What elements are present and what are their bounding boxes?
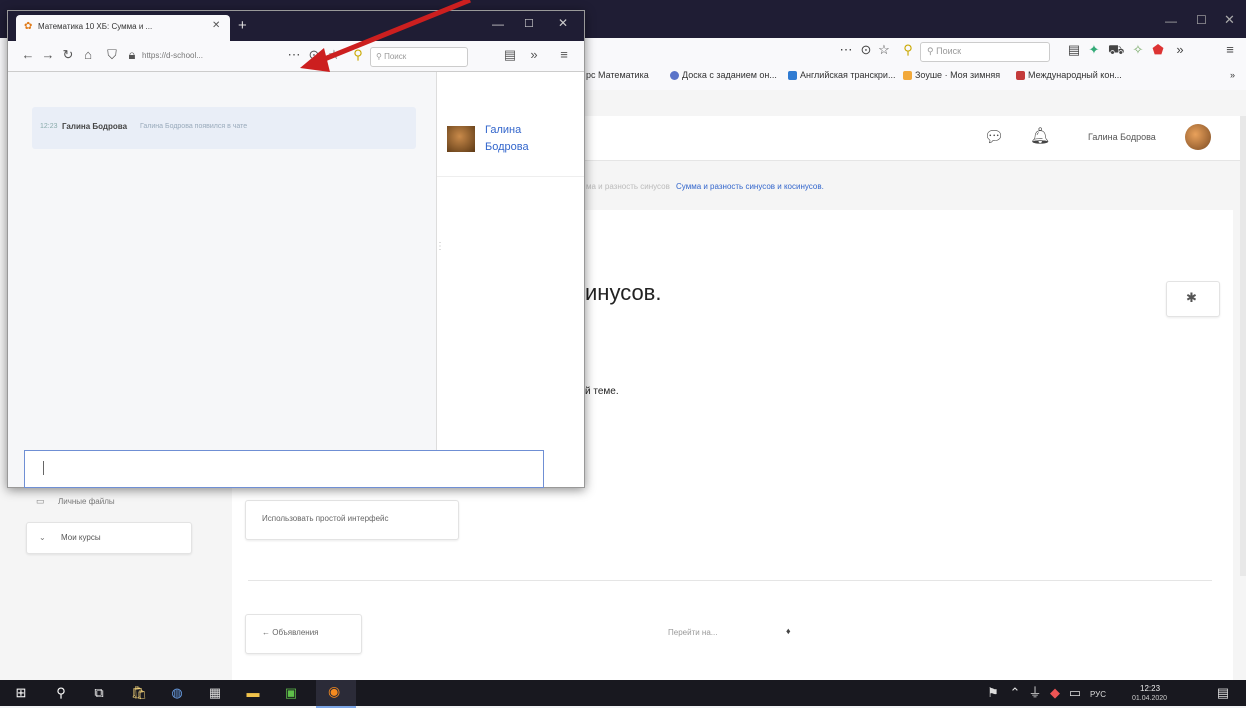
network-icon[interactable]: ⏚	[1026, 684, 1044, 702]
arrow-head	[300, 48, 330, 72]
windows-start-icon[interactable]: ⊞	[12, 684, 30, 702]
firefox-taskbar-item[interactable]: ◉	[316, 680, 356, 708]
keyboard-icon[interactable]: ▭	[1066, 684, 1084, 702]
file-explorer-icon[interactable]: ▬	[244, 684, 262, 702]
clock-time[interactable]: 12:23	[1140, 684, 1160, 693]
arrow-shaft	[321, 0, 471, 63]
task-view-icon[interactable]: ⧉	[90, 684, 108, 702]
firefox-icon: ◉	[328, 683, 341, 699]
notifications-icon[interactable]: ▤	[1214, 684, 1232, 702]
clock-date[interactable]: 01.04.2020	[1132, 695, 1167, 702]
tray-app-icon[interactable]: ◆	[1046, 684, 1064, 702]
calculator-icon[interactable]: ▦	[206, 684, 224, 702]
language-indicator[interactable]: РУС	[1090, 690, 1106, 699]
people-icon[interactable]: ⚑	[984, 684, 1002, 702]
taskbar-search-icon[interactable]: ⚲	[52, 684, 70, 702]
store-icon[interactable]: 🛍︎	[130, 684, 148, 702]
tray-chevron-icon[interactable]: ⌃	[1006, 684, 1024, 702]
browser-app-icon[interactable]: ◍	[168, 684, 186, 702]
app-icon[interactable]: ▣	[282, 684, 300, 702]
annotation-arrow	[300, 0, 471, 72]
